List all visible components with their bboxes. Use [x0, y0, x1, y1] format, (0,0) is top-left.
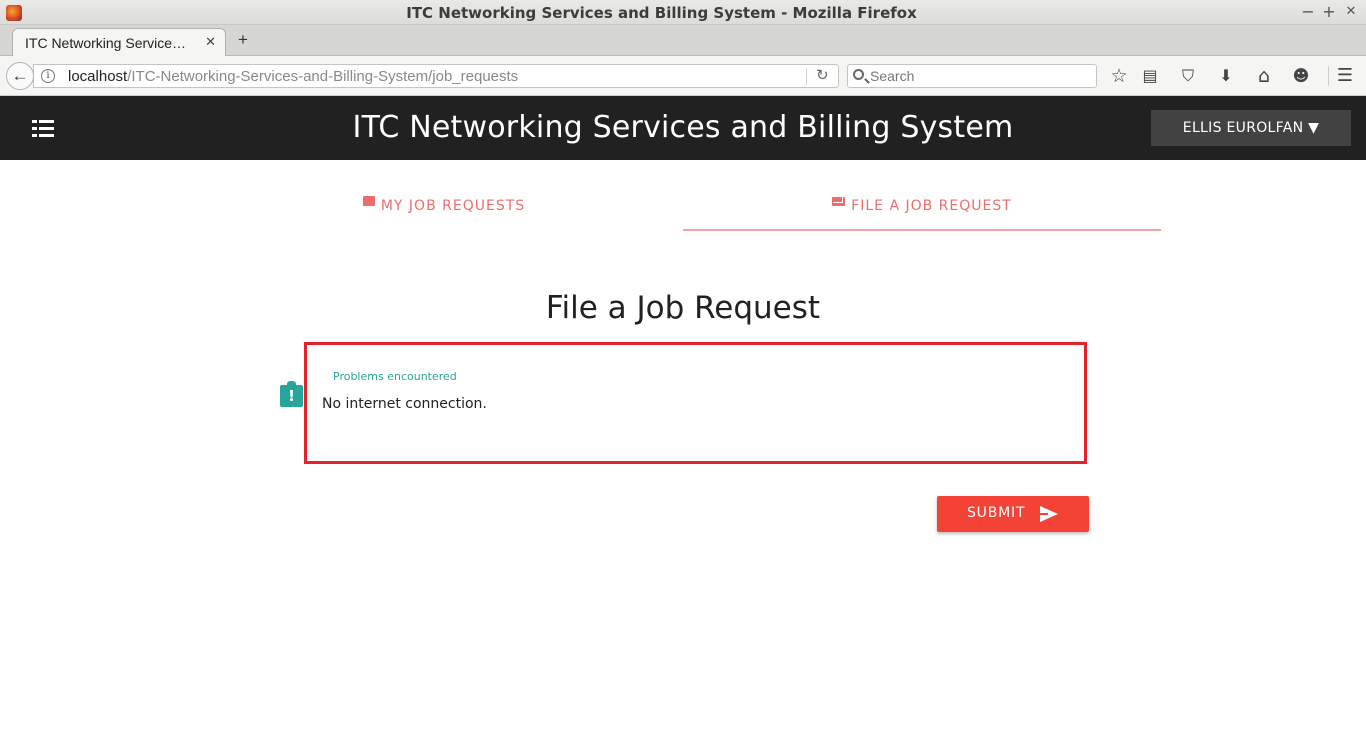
search-input[interactable] [870, 67, 1090, 85]
browser-navbar: i localhost/ITC-Networking-Services-and-… [0, 56, 1366, 96]
problems-field-label: Problems encountered [333, 370, 457, 383]
bookmark-star-icon[interactable]: ☆ [1108, 65, 1130, 87]
reading-list-icon[interactable]: ▤ [1139, 65, 1161, 87]
browser-tab[interactable]: ITC Networking Service… ✕ [12, 28, 226, 57]
chat-bubble-icon [362, 196, 375, 206]
clipboard-alert-icon: ! [280, 381, 303, 407]
toolbar-separator [1328, 66, 1329, 86]
site-info-icon[interactable]: i [41, 69, 55, 83]
url-bar[interactable]: i localhost/ITC-Networking-Services-and-… [33, 64, 839, 88]
submit-button[interactable]: SUBMIT [937, 496, 1089, 532]
tab-file-a-job-request[interactable]: FILE A JOB REQUEST [683, 186, 1161, 232]
url-path: /ITC-Networking-Services-and-Billing-Sys… [127, 68, 519, 85]
tab-close-icon[interactable]: ✕ [205, 34, 216, 50]
window-titlebar: ITC Networking Services and Billing Syst… [0, 0, 1366, 25]
home-icon[interactable]: ⌂ [1253, 65, 1275, 87]
browser-tabstrip: ITC Networking Service… ✕ [0, 25, 1366, 57]
problems-field-value[interactable]: No internet connection. [322, 396, 487, 412]
tab-my-job-requests-label: MY JOB REQUESTS [380, 198, 526, 214]
minimize-button[interactable]: − [1298, 2, 1318, 22]
pocket-icon[interactable]: ⛉ [1177, 65, 1199, 87]
browser-tab-label: ITC Networking Service… [25, 35, 187, 51]
url-host: localhost [68, 68, 128, 85]
mail-icon [832, 197, 846, 206]
url-text[interactable]: localhost/ITC-Networking-Services-and-Bi… [68, 68, 518, 85]
reload-icon[interactable]: ↻ [816, 66, 829, 84]
new-tab-button[interactable]: + [234, 30, 252, 50]
job-request-tabs: MY JOB REQUESTS FILE A JOB REQUEST [205, 186, 1161, 232]
url-divider [806, 68, 807, 85]
active-tab-indicator [683, 229, 1161, 231]
search-bar[interactable] [847, 64, 1097, 88]
search-icon [853, 69, 864, 80]
back-button[interactable]: ← [6, 62, 34, 90]
send-icon [1040, 506, 1058, 522]
page-title: File a Job Request [545, 290, 821, 326]
chat-icon[interactable]: ☻ [1290, 65, 1312, 87]
downloads-icon[interactable]: ⬇ [1215, 65, 1237, 87]
submit-button-label: SUBMIT [967, 505, 1026, 521]
tab-file-a-job-request-label: FILE A JOB REQUEST [851, 198, 1012, 214]
tab-my-job-requests[interactable]: MY JOB REQUESTS [205, 186, 683, 232]
window-title: ITC Networking Services and Billing Syst… [406, 4, 917, 22]
hamburger-menu-icon[interactable]: ☰ [1334, 65, 1356, 87]
maximize-button[interactable]: + [1319, 2, 1339, 22]
close-window-button[interactable]: ✕ [1341, 2, 1361, 22]
app-header: ITC Networking Services and Billing Syst… [0, 96, 1366, 160]
user-menu-button[interactable]: ELLIS EUROLFAN ▼ [1151, 110, 1351, 146]
